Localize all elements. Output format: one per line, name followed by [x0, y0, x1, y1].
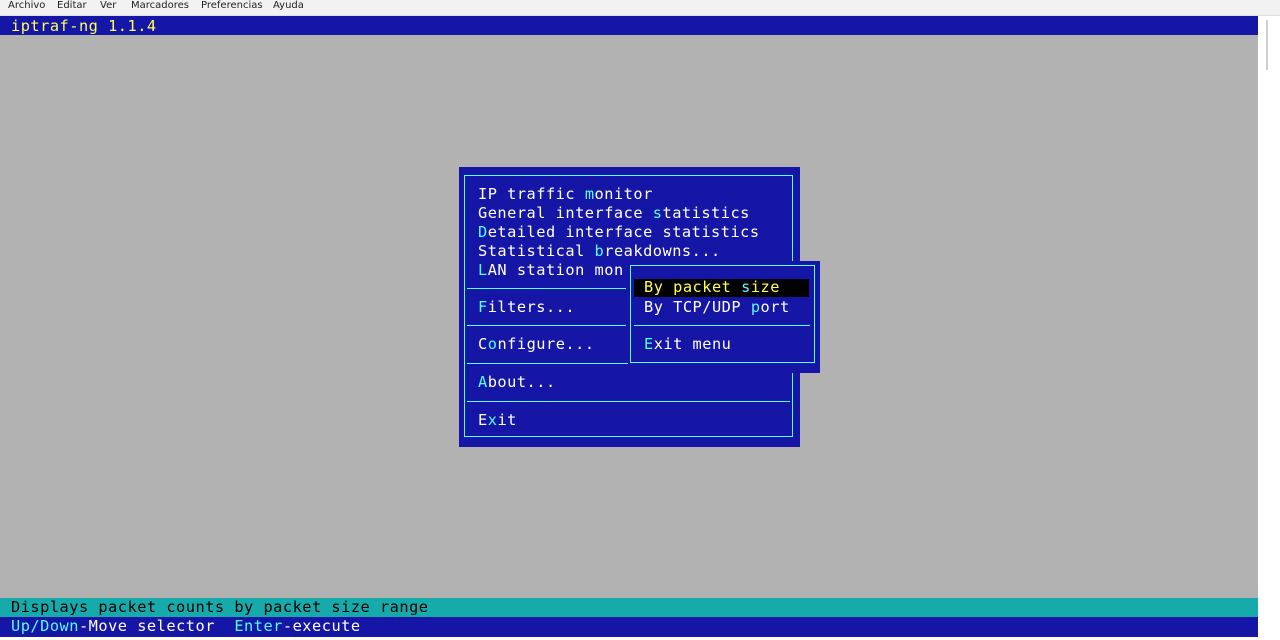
item-text: AN station mon — [487, 261, 624, 279]
menu-item-filters[interactable]: Filters... — [478, 298, 575, 317]
hotkey: D — [478, 223, 488, 241]
terminal-scrollbar[interactable] — [1262, 16, 1276, 637]
hotkey: s — [741, 278, 751, 296]
hotkey: A — [478, 373, 488, 391]
item-text: IP traffic — [478, 185, 585, 203]
menu-preferencias[interactable]: Preferencias — [201, 0, 263, 12]
menu-item-detailed-interface-statistics[interactable]: Detailed interface statistics — [478, 223, 760, 242]
hotkey: m — [584, 185, 595, 203]
item-text: ort — [760, 298, 790, 316]
menu-item-about[interactable]: About... — [478, 373, 556, 392]
menu-separator — [467, 401, 790, 402]
item-text: it — [497, 411, 517, 429]
hotkey: b — [594, 242, 605, 260]
submenu-item-exit-menu[interactable]: Exit menu — [644, 335, 731, 354]
terminal-title-bar: iptraf-ng 1.1.4 — [0, 16, 1258, 35]
submenu-item-by-packet-size[interactable]: By packet size — [634, 278, 809, 297]
item-text: tatistics — [662, 204, 750, 222]
menu-separator — [467, 325, 626, 326]
menu-archivo[interactable]: Archivo — [8, 0, 45, 12]
item-text: By TCP/UDP — [644, 298, 751, 316]
app-menubar: Archivo Editar Ver Marcadores Preferenci… — [0, 0, 1280, 16]
scrollbar-thumb[interactable] — [1266, 20, 1268, 70]
hotkey: L — [478, 261, 488, 279]
terminal-screen[interactable]: iptraf-ng 1.1.4 IP traffic monitor Gener… — [0, 16, 1258, 637]
menu-editar[interactable]: Editar — [57, 0, 87, 12]
key-description: -execute — [282, 617, 361, 635]
item-text: By packet — [644, 278, 742, 296]
hotkey: s — [652, 204, 663, 222]
hotkey: x — [487, 411, 498, 429]
item-text: ilters... — [487, 298, 576, 316]
menu-item-configure[interactable]: Configure... — [478, 335, 595, 354]
menu-item-exit[interactable]: Exit — [478, 411, 517, 430]
item-text: ize — [750, 278, 780, 296]
item-text: xit menu — [653, 335, 732, 353]
menu-item-lan-station-monitor[interactable]: LAN station mon — [478, 261, 624, 280]
item-text: reakdowns... — [604, 242, 721, 260]
hotkey: o — [487, 335, 498, 353]
item-text: E — [478, 411, 488, 429]
program-title: iptraf-ng 1.1.4 — [11, 17, 157, 35]
menu-ver[interactable]: Ver — [100, 0, 116, 12]
item-text: onitor — [594, 185, 653, 203]
key-label: Up/Down — [11, 617, 79, 635]
menu-marcadores[interactable]: Marcadores — [131, 0, 189, 12]
item-text: Statistical — [478, 242, 595, 260]
item-text: etailed interface statistics — [487, 223, 760, 241]
item-text: General interface — [478, 204, 653, 222]
hotkey: p — [750, 298, 761, 316]
item-text: C — [478, 335, 488, 353]
menu-item-ip-traffic-monitor[interactable]: IP traffic monitor — [478, 185, 653, 204]
hotkey: E — [644, 335, 654, 353]
submenu-separator — [634, 325, 810, 326]
breakdowns-submenu: By packet size By TCP/UDP port Exit menu — [628, 261, 817, 365]
key-description: -Move selector — [78, 617, 235, 635]
key-help-bar: Up/Down-Move selector Enter-execute — [0, 617, 1258, 637]
menu-item-statistical-breakdowns[interactable]: Statistical breakdowns... — [478, 242, 721, 261]
item-text: nfigure... — [497, 335, 595, 353]
menu-item-general-interface-statistics[interactable]: General interface statistics — [478, 204, 750, 223]
status-description-bar: Displays packet counts by packet size ra… — [0, 598, 1258, 617]
submenu-item-by-tcp-udp-port[interactable]: By TCP/UDP port — [644, 298, 790, 317]
menu-ayuda[interactable]: Ayuda — [273, 0, 304, 12]
hotkey: F — [478, 298, 488, 316]
item-text: bout... — [487, 373, 556, 391]
key-label: Enter — [234, 617, 283, 635]
menu-separator — [467, 288, 626, 289]
status-description: Displays packet counts by packet size ra… — [11, 598, 429, 616]
